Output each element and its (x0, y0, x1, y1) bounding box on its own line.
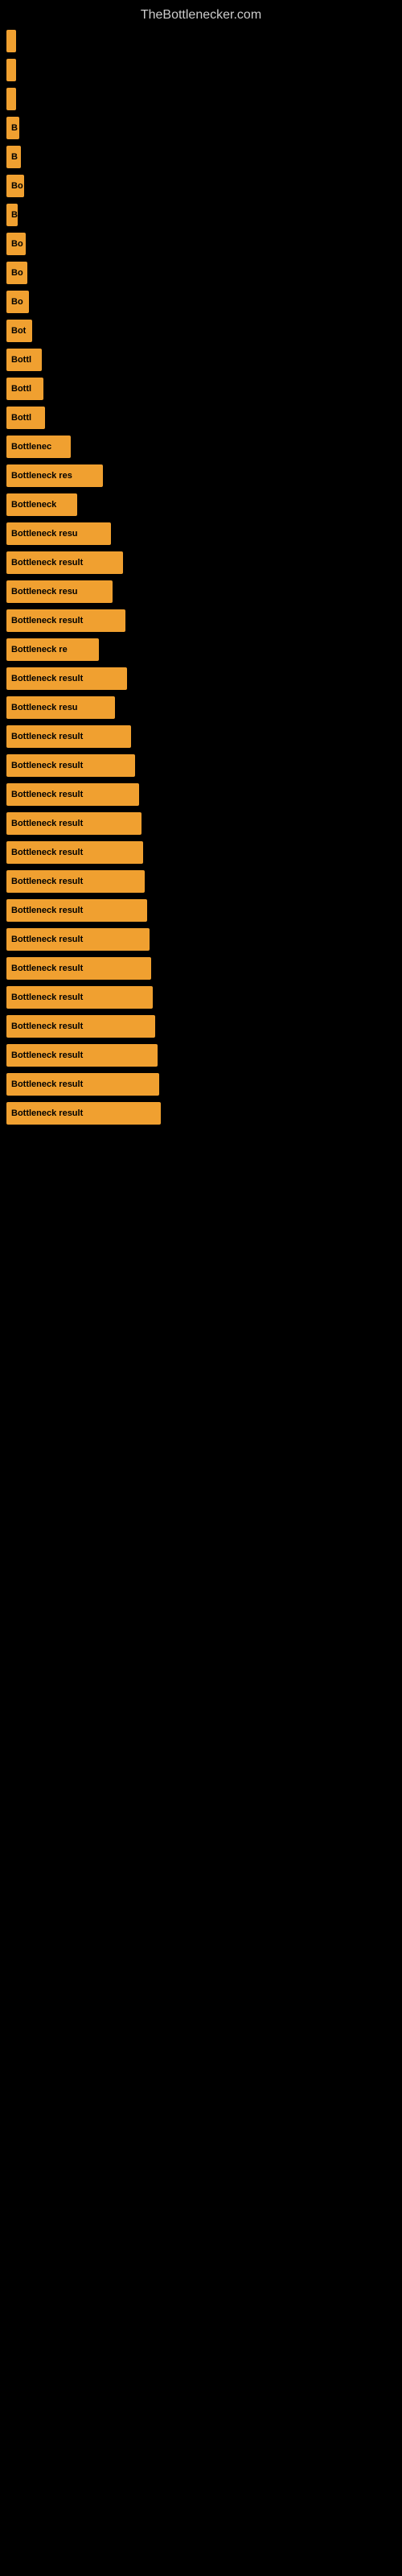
bar-row: Bo (6, 229, 396, 258)
bar-item: B (6, 146, 21, 168)
bar-item: Bottleneck result (6, 986, 153, 1009)
bar-row: Bottleneck result (6, 722, 396, 751)
bar-item: Bottleneck result (6, 841, 143, 864)
bar-item: Bottleneck result (6, 812, 142, 835)
bar-row: Bottlenec (6, 432, 396, 461)
bar-item: Bottleneck result (6, 1102, 161, 1125)
bar-row: Bottl (6, 345, 396, 374)
bar-item: Bot (6, 320, 32, 342)
bar-row (6, 85, 396, 114)
bar-row: Bottleneck result (6, 664, 396, 693)
bar-item: Bottlenec (6, 436, 71, 458)
bar-item: Bottleneck result (6, 783, 139, 806)
bar-row: Bottl (6, 403, 396, 432)
bar-item: Bottleneck result (6, 928, 150, 951)
bar-item: Bottleneck result (6, 754, 135, 777)
bar-item: Bottl (6, 378, 43, 400)
bar-item: Bottleneck result (6, 1073, 159, 1096)
bar-row: Bottleneck result (6, 954, 396, 983)
bar-item: Bottleneck result (6, 870, 145, 893)
bar-item: Bo (6, 262, 27, 284)
bar-item (6, 88, 16, 110)
bar-item (6, 30, 16, 52)
bar-row: Bottleneck result (6, 1041, 396, 1070)
bar-item: Bottl (6, 349, 42, 371)
bar-row: Bottleneck result (6, 548, 396, 577)
bar-row (6, 27, 396, 56)
bar-row: Bottleneck result (6, 1070, 396, 1099)
bar-row: Bottleneck result (6, 838, 396, 867)
bar-item (6, 59, 16, 81)
bar-row: Bo (6, 171, 396, 200)
bar-item: Bo (6, 233, 26, 255)
bar-item: Bottleneck res (6, 464, 103, 487)
bar-row: B (6, 142, 396, 171)
bar-row: Bottleneck resu (6, 693, 396, 722)
bar-item: Bo (6, 291, 29, 313)
bar-item: Bottleneck result (6, 551, 123, 574)
bar-row: Bo (6, 258, 396, 287)
bar-row: Bottleneck result (6, 1012, 396, 1041)
bar-item: Bottleneck result (6, 725, 131, 748)
site-title: TheBottlenecker.com (0, 0, 402, 27)
bar-row: Bottleneck result (6, 1099, 396, 1128)
bar-item: Bottleneck result (6, 1044, 158, 1067)
bar-item: Bo (6, 175, 24, 197)
bar-item: B (6, 204, 18, 226)
bar-row: Bottleneck result (6, 867, 396, 896)
bar-row: B (6, 200, 396, 229)
bar-item: Bottleneck resu (6, 580, 113, 603)
bar-item: Bottleneck resu (6, 696, 115, 719)
bar-item: Bottleneck result (6, 957, 151, 980)
bar-row: Bottleneck result (6, 751, 396, 780)
bar-row: Bo (6, 287, 396, 316)
bar-row: Bottleneck result (6, 780, 396, 809)
bar-item: B (6, 117, 19, 139)
bar-row: Bottl (6, 374, 396, 403)
bar-item: Bottleneck result (6, 609, 125, 632)
bar-row: Bottleneck result (6, 896, 396, 925)
bar-item: Bottleneck resu (6, 522, 111, 545)
bar-row: B (6, 114, 396, 142)
bar-row: Bottleneck result (6, 983, 396, 1012)
bar-row: Bottleneck res (6, 461, 396, 490)
bar-row: Bot (6, 316, 396, 345)
bar-row: Bottleneck result (6, 925, 396, 954)
bar-item: Bottleneck re (6, 638, 99, 661)
bar-row: Bottleneck resu (6, 519, 396, 548)
bar-row: Bottleneck result (6, 606, 396, 635)
bars-wrapper: BBBoBBoBoBoBotBottlBottlBottlBottlenecBo… (0, 27, 402, 1128)
bar-row: Bottleneck re (6, 635, 396, 664)
bar-item: Bottleneck (6, 493, 77, 516)
bar-item: Bottleneck result (6, 1015, 155, 1038)
bar-row: Bottleneck (6, 490, 396, 519)
bar-row: Bottleneck resu (6, 577, 396, 606)
bar-item: Bottleneck result (6, 667, 127, 690)
bar-row (6, 56, 396, 85)
bar-item: Bottleneck result (6, 899, 147, 922)
bar-item: Bottl (6, 407, 45, 429)
bar-row: Bottleneck result (6, 809, 396, 838)
